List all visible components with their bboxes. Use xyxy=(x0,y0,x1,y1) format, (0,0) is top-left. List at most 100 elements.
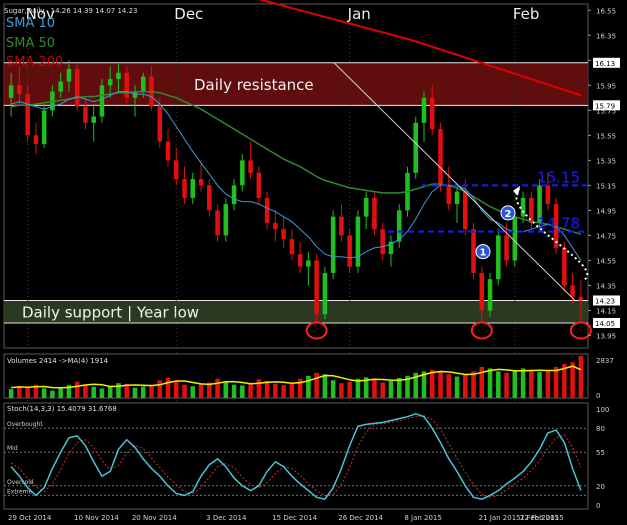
candle-body xyxy=(520,197,526,217)
volume-bar xyxy=(454,376,460,398)
volume-bar xyxy=(223,381,229,398)
volume-tick-label: 2837 xyxy=(596,357,614,365)
y-tick-label: 16.55 xyxy=(596,7,616,15)
volume-tick-label: 0 xyxy=(596,392,600,400)
sugar-daily-chart: Daily resistance Daily support | Year low… xyxy=(3,0,620,522)
volume-bar xyxy=(83,384,88,398)
candle-body xyxy=(99,85,105,117)
stoch-tick-label: 80 xyxy=(596,425,605,433)
volume-bar xyxy=(314,372,319,398)
volume-bar xyxy=(140,386,146,398)
candle-body xyxy=(140,76,146,92)
volume-bar xyxy=(91,386,96,398)
x-tick-label: 12 Feb 2015 xyxy=(520,514,564,522)
volume-bar xyxy=(41,388,47,398)
candle-body xyxy=(281,229,286,240)
volume-bar xyxy=(330,380,336,398)
candle-body xyxy=(66,69,72,82)
volume-bar xyxy=(132,387,138,398)
candle-body xyxy=(8,85,14,98)
volume-bar xyxy=(487,368,493,398)
y-tick-label: 15.35 xyxy=(596,157,616,165)
candle-body xyxy=(330,216,336,273)
level-label: 14.78 xyxy=(537,215,580,233)
stochastic-y-axis: 100 80 55 20 0 xyxy=(596,406,609,510)
candle-body xyxy=(446,185,452,205)
x-tick-label: 21 Jan 2015 xyxy=(479,514,521,522)
candle-body xyxy=(124,72,129,98)
volume-bar xyxy=(578,356,584,398)
stoch-level-label: Mid xyxy=(7,445,18,452)
price-tag: 16.13 xyxy=(595,60,615,68)
stochastic-pane xyxy=(3,402,589,510)
candle-body xyxy=(545,185,551,205)
candle-body xyxy=(198,179,204,186)
candle-body xyxy=(41,110,47,145)
stoch-tick-label: 55 xyxy=(596,449,605,457)
y-tick-label: 14.55 xyxy=(596,257,616,265)
stoch-tick-label: 100 xyxy=(596,406,609,414)
volume-bar xyxy=(306,375,311,398)
stoch-level-label: Overbought xyxy=(7,421,43,428)
candle-body xyxy=(91,116,96,123)
month-label: Jan xyxy=(347,5,371,23)
level-label: 15.15 xyxy=(537,168,580,186)
volume-bar xyxy=(380,382,385,398)
candle-body xyxy=(322,272,328,315)
x-tick-label: 26 Dec 2014 xyxy=(338,514,383,522)
volume-bar xyxy=(520,368,526,398)
candle-body xyxy=(74,69,80,107)
volume-bar xyxy=(8,389,14,398)
main-price-pane xyxy=(3,3,589,349)
volume-bar xyxy=(438,372,443,398)
candle-body xyxy=(297,254,303,267)
volume-bar xyxy=(388,380,394,398)
candle-body xyxy=(487,279,493,311)
candle-body xyxy=(58,81,63,92)
y-tick-label: 15.55 xyxy=(596,132,616,140)
volume-bar xyxy=(529,369,534,398)
stoch-tick-label: 0 xyxy=(596,502,600,510)
candle-body xyxy=(190,179,196,198)
y-tick-label: 15.15 xyxy=(596,182,616,190)
month-label: Dec xyxy=(174,5,203,23)
volume-bar xyxy=(273,383,278,398)
candle-body xyxy=(215,210,220,236)
volume-bar xyxy=(17,386,22,398)
price-tag: 14.23 xyxy=(595,297,615,305)
x-tick-label: 3 Dec 2014 xyxy=(206,514,247,522)
y-tick-label: 14.15 xyxy=(596,307,616,315)
x-tick-label: 10 Nov 2014 xyxy=(74,514,119,522)
candle-body xyxy=(347,235,352,267)
candle-body xyxy=(273,222,278,230)
candle-body xyxy=(562,247,567,286)
volume-bar xyxy=(537,372,542,398)
volume-bar xyxy=(182,384,187,398)
stoch-title: Stoch(14,3,3) 15.4079 31.6768 xyxy=(7,405,117,413)
candle-body xyxy=(512,216,518,261)
candle-body xyxy=(256,172,262,198)
volume-bar xyxy=(74,381,80,398)
volume-bar xyxy=(198,383,204,398)
y-tick-label: 15.95 xyxy=(596,82,616,90)
volume-bar xyxy=(58,387,63,398)
month-label: Feb xyxy=(513,5,540,23)
volume-bar xyxy=(149,384,154,398)
candle-body xyxy=(33,135,39,145)
volume-bar xyxy=(553,366,559,398)
candle-body xyxy=(174,160,179,180)
candle-body xyxy=(165,141,171,161)
date-x-axis: 29 Oct 2014 10 Nov 2014 20 Nov 2014 3 Dec 2… xyxy=(8,514,564,522)
legend-sma50: SMA 50 xyxy=(6,36,55,51)
volume-bar xyxy=(256,379,262,398)
volume-bar xyxy=(25,387,30,398)
candle-body xyxy=(463,191,468,230)
stoch-tick-label: 20 xyxy=(596,483,605,491)
volume-bar xyxy=(372,379,377,398)
price-tag: 15.79 xyxy=(595,102,615,110)
candle-body xyxy=(454,191,460,205)
volume-bar xyxy=(157,380,163,398)
volume-bar xyxy=(545,371,551,398)
candle-body xyxy=(578,296,584,301)
candle-body xyxy=(207,185,212,211)
